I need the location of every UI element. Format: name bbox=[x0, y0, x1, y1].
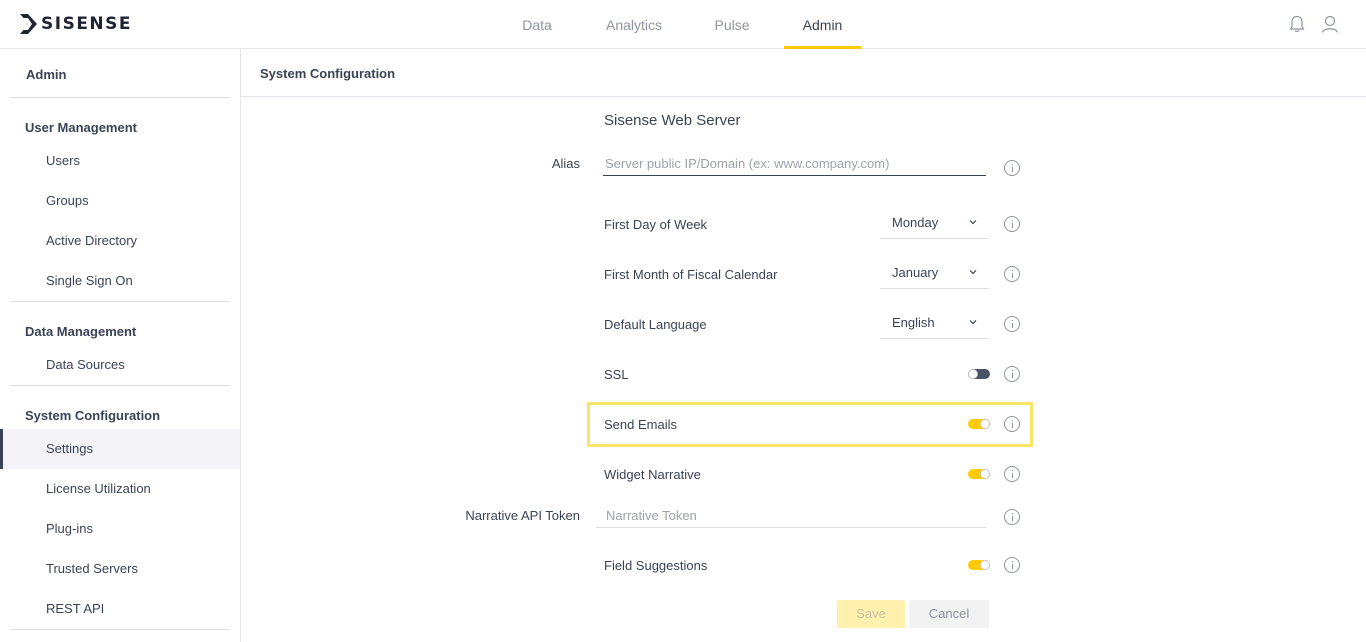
alias-info-icon[interactable] bbox=[1004, 160, 1020, 176]
sidebar-item-users[interactable]: Users bbox=[0, 141, 240, 181]
chevron-down-icon bbox=[969, 270, 977, 275]
narrative-token-input[interactable] bbox=[596, 504, 986, 528]
sidebar-item-groups[interactable]: Groups bbox=[0, 181, 240, 221]
ssl-toggle[interactable] bbox=[968, 369, 990, 379]
first-month-fiscal-info-icon[interactable] bbox=[1004, 266, 1020, 282]
user-icon[interactable] bbox=[1320, 14, 1340, 34]
alias-input[interactable] bbox=[603, 152, 986, 176]
tab-analytics[interactable]: Analytics bbox=[596, 0, 672, 48]
tab-admin[interactable]: Admin bbox=[784, 0, 861, 49]
sidebar-divider bbox=[10, 301, 230, 302]
narrative-api-token-label: Narrative API Token bbox=[465, 508, 580, 523]
first-day-of-week-label: First Day of Week bbox=[604, 217, 708, 232]
widget-narrative-label: Widget Narrative bbox=[604, 467, 701, 482]
sidebar-item-trusted-servers[interactable]: Trusted Servers bbox=[0, 549, 240, 589]
sidebar-section-data-management: Data Management bbox=[25, 324, 137, 339]
sidebar-item-license-utilization[interactable]: License Utilization bbox=[0, 469, 240, 509]
sisense-logo[interactable]: SISENSE bbox=[20, 14, 132, 34]
sidebar-item-active-directory[interactable]: Active Directory bbox=[0, 221, 240, 261]
toggle-knob bbox=[980, 469, 990, 479]
toggle-knob bbox=[968, 369, 978, 379]
default-language-label: Default Language bbox=[604, 317, 707, 332]
section-title: Sisense Web Server bbox=[604, 112, 741, 129]
sidebar-item-single-sign-on[interactable]: Single Sign On bbox=[0, 261, 240, 301]
page-title: System Configuration bbox=[260, 66, 396, 81]
sidebar-title: Admin bbox=[26, 67, 67, 82]
top-navigation-bar: SISENSE Data Analytics Pulse Admin bbox=[0, 0, 1366, 49]
chevron-down-icon bbox=[969, 220, 977, 225]
widget-narrative-toggle[interactable] bbox=[968, 469, 990, 479]
ssl-label: SSL bbox=[604, 367, 629, 382]
first-day-of-week-value: Monday bbox=[892, 215, 939, 230]
widget-narrative-info-icon[interactable] bbox=[1004, 466, 1020, 482]
alias-label: Alias bbox=[551, 156, 580, 171]
sidebar-section-user-management: User Management bbox=[25, 120, 137, 135]
tab-pulse[interactable]: Pulse bbox=[704, 0, 760, 48]
sidebar-item-data-sources[interactable]: Data Sources bbox=[0, 345, 240, 385]
default-language-select[interactable]: English bbox=[880, 313, 989, 339]
cancel-button[interactable]: Cancel bbox=[909, 600, 989, 628]
bell-icon[interactable] bbox=[1287, 14, 1307, 34]
send-emails-toggle[interactable] bbox=[968, 419, 990, 429]
narrative-token-info-icon[interactable] bbox=[1004, 509, 1020, 525]
first-day-of-week-select[interactable]: Monday bbox=[880, 213, 989, 239]
sidebar-divider bbox=[10, 385, 230, 386]
first-month-fiscal-value: January bbox=[892, 265, 939, 280]
tab-data[interactable]: Data bbox=[509, 0, 565, 48]
ssl-info-icon[interactable] bbox=[1004, 366, 1020, 382]
first-month-fiscal-select[interactable]: January bbox=[880, 263, 989, 289]
sidebar-item-rest-api[interactable]: REST API bbox=[0, 589, 240, 629]
field-suggestions-label: Field Suggestions bbox=[604, 558, 708, 573]
sisense-logo-wordmark: SISENSE bbox=[41, 14, 133, 34]
page-header: System Configuration bbox=[241, 49, 1366, 97]
first-month-fiscal-label: First Month of Fiscal Calendar bbox=[604, 267, 778, 282]
sidebar-divider bbox=[10, 629, 230, 630]
first-day-of-week-info-icon[interactable] bbox=[1004, 216, 1020, 232]
default-language-info-icon[interactable] bbox=[1004, 316, 1020, 332]
sidebar-divider bbox=[10, 97, 230, 98]
admin-sidebar: Admin User Management Users Groups Activ… bbox=[0, 49, 241, 642]
send-emails-label: Send Emails bbox=[604, 417, 677, 432]
default-language-value: English bbox=[892, 315, 935, 330]
field-suggestions-info-icon[interactable] bbox=[1004, 557, 1020, 573]
chevron-down-icon bbox=[969, 320, 977, 325]
sidebar-item-plug-ins[interactable]: Plug-ins bbox=[0, 509, 240, 549]
field-suggestions-toggle[interactable] bbox=[968, 560, 990, 570]
save-button[interactable]: Save bbox=[837, 600, 905, 628]
toggle-knob bbox=[980, 419, 990, 429]
toggle-knob bbox=[980, 560, 990, 570]
send-emails-info-icon[interactable] bbox=[1004, 416, 1020, 432]
sidebar-item-settings[interactable]: Settings bbox=[0, 429, 240, 469]
sidebar-section-system-configuration: System Configuration bbox=[25, 408, 161, 423]
sisense-logo-mark bbox=[20, 14, 37, 34]
